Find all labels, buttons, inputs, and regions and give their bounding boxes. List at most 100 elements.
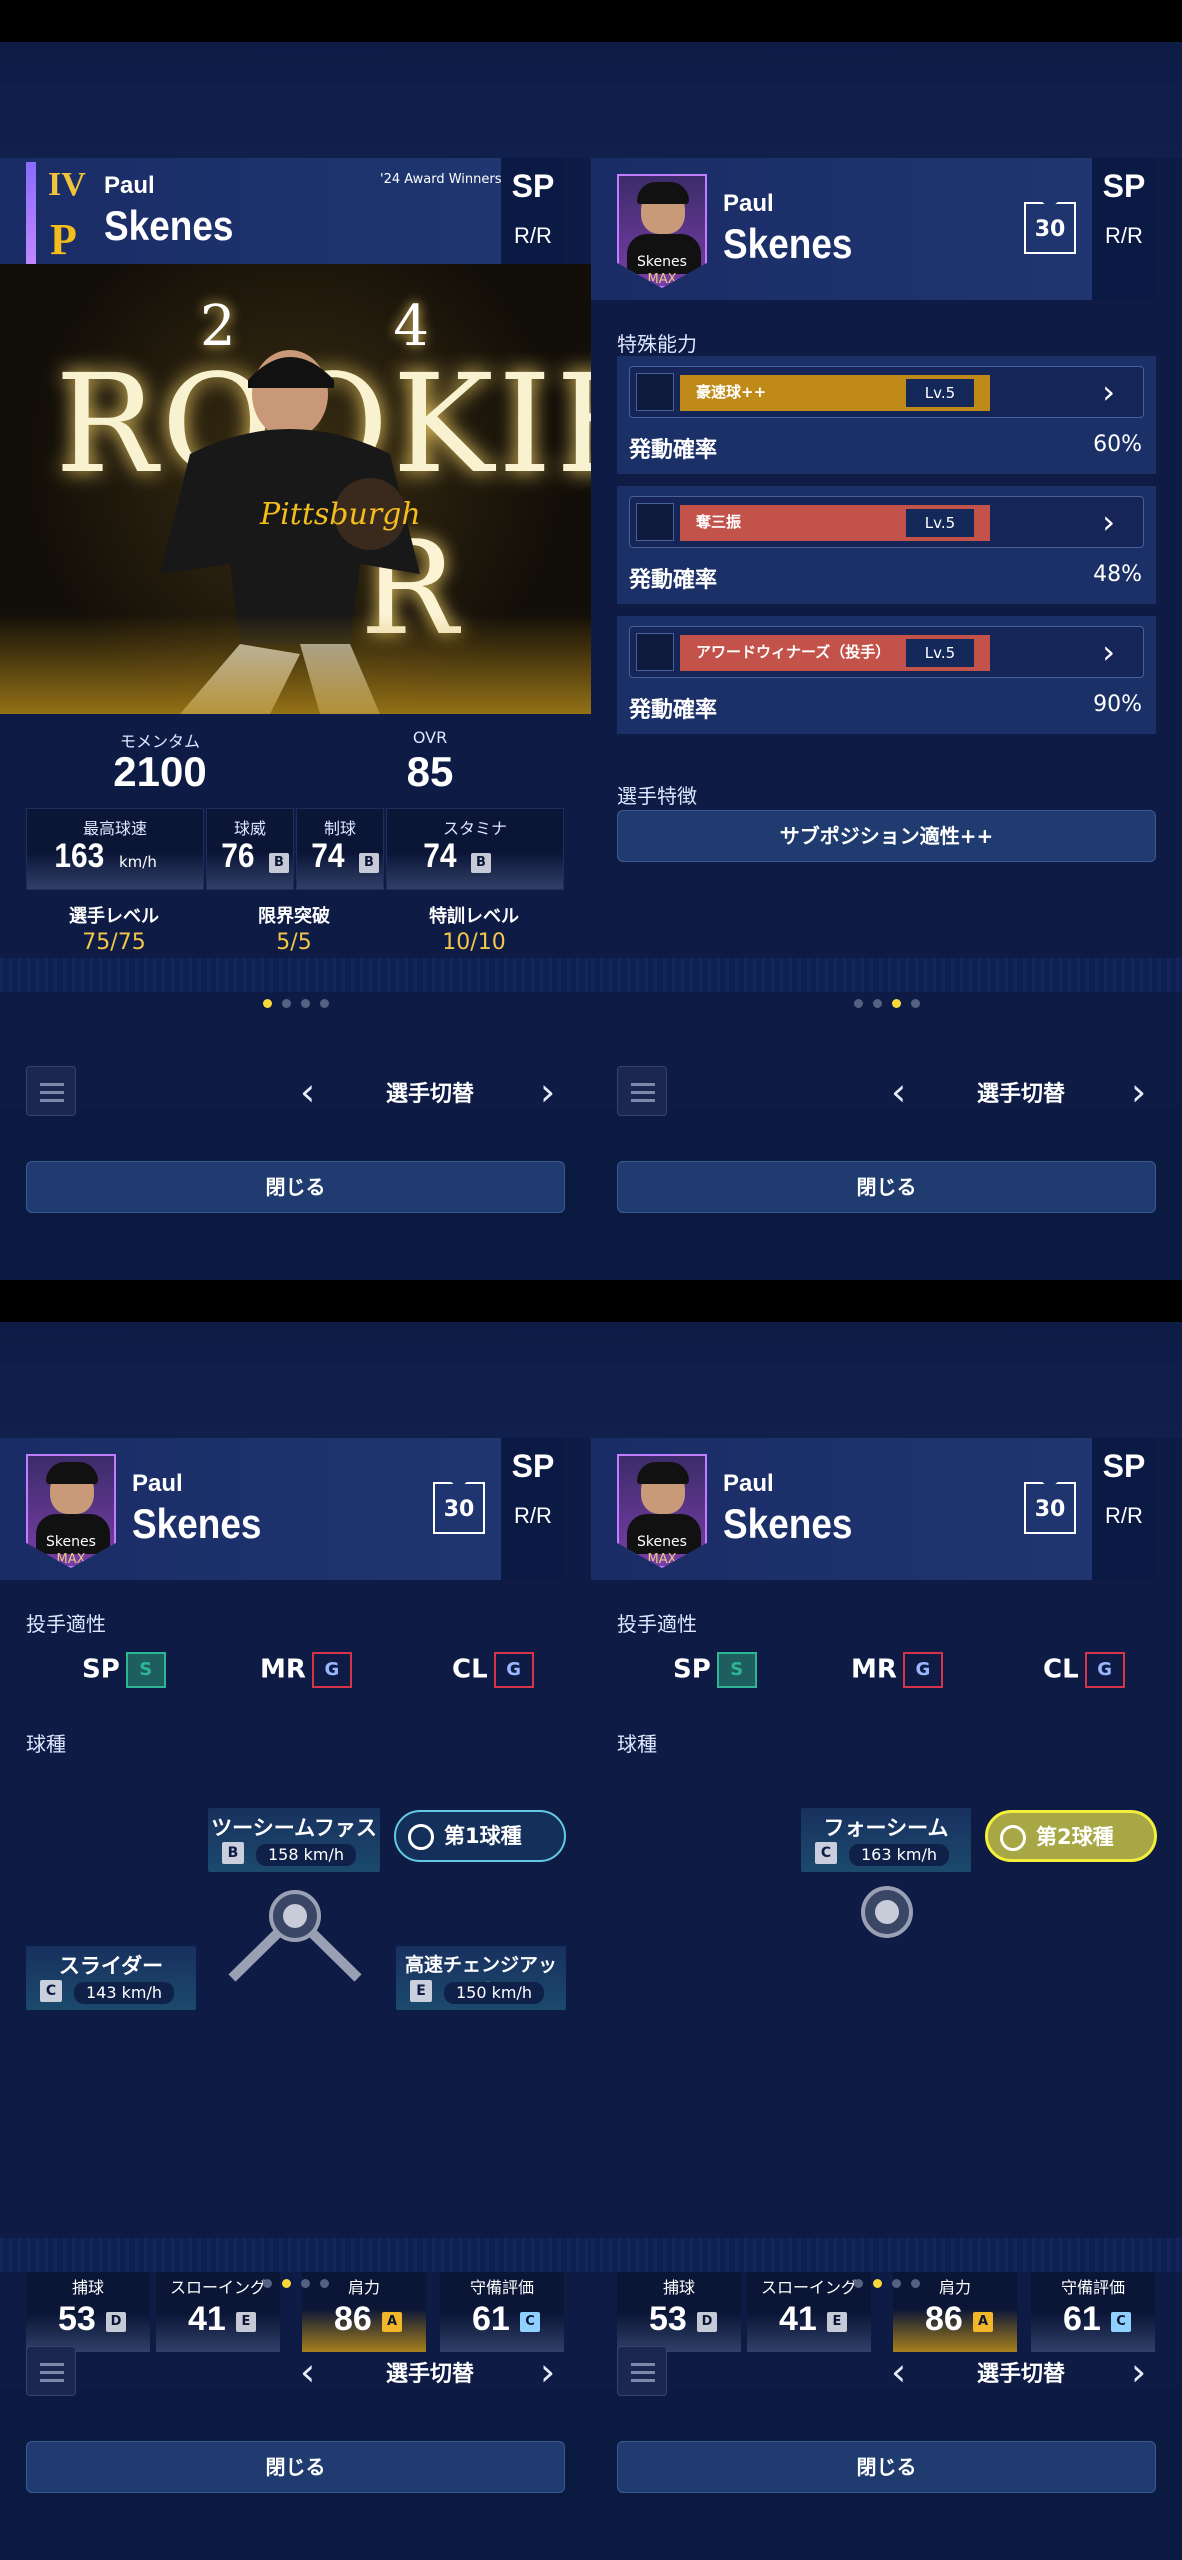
close-button[interactable]: 閉じる: [617, 1161, 1156, 1213]
level-value: 75/75: [82, 930, 146, 955]
switch-label: 選手切替: [976, 2362, 1065, 2387]
aptitude-sp: SP S: [673, 1652, 757, 1688]
switch-label: 選手切替: [976, 1082, 1065, 1107]
stat-stamina: スタミナ 74 B: [386, 808, 564, 890]
strikeout-icon: [636, 503, 674, 541]
uniform-number: 30: [1024, 202, 1076, 254]
aptitude-sp: SP S: [82, 1652, 166, 1688]
first-name: Paul: [723, 190, 774, 217]
prev-button[interactable]: ‹: [300, 2348, 315, 2396]
prev-button[interactable]: ‹: [891, 1068, 906, 1116]
limit-label: 限界突破: [258, 906, 330, 927]
page-dots[interactable]: [0, 2273, 591, 2292]
pitch-main[interactable]: ツーシームファストB158 km/h: [208, 1808, 380, 1872]
aptitude-cl: CL G: [452, 1652, 534, 1688]
pitch-direction-icon: [861, 1886, 913, 1938]
player-card-image: 2 4 ROOKIE R Pittsburgh: [0, 264, 591, 714]
screen-top: IV P Paul Skenes '24 Award Winners SP R/R…: [0, 42, 1182, 1280]
last-name: Skenes: [723, 220, 853, 267]
limit-value: 5/5: [276, 930, 312, 955]
pitch-rank-badge[interactable]: 第2球種: [985, 1810, 1157, 1862]
last-name: Skenes: [104, 202, 234, 249]
next-button[interactable]: ›: [1131, 2348, 1146, 2396]
aptitude-title: 投手適性: [617, 1612, 697, 1636]
rank-label: IV: [48, 166, 86, 203]
trait-button[interactable]: サブポジション適性++: [617, 810, 1156, 862]
first-name: Paul: [723, 1470, 774, 1497]
rank-stars: [26, 162, 36, 272]
ability-row[interactable]: 奪三振 Lv.5 › 発動確率 48%: [617, 486, 1156, 604]
menu-button[interactable]: [26, 2346, 76, 2396]
momentum-value: 2100: [113, 748, 207, 795]
page-dots[interactable]: [591, 2273, 1182, 2292]
close-button[interactable]: 閉じる: [26, 2441, 565, 2493]
stat-power: 球威 76 B: [206, 808, 294, 890]
ovr-value: 85: [406, 748, 454, 795]
menu-button[interactable]: [617, 1066, 667, 1116]
player-avatar: Skenes MAX: [26, 1454, 116, 1568]
page-dots[interactable]: [0, 993, 591, 1012]
last-name: Skenes: [132, 1500, 262, 1547]
ability-row[interactable]: 豪速球++ Lv.5 › 発動確率 60%: [617, 356, 1156, 474]
stat-control: 制球 74 B: [296, 808, 384, 890]
close-button[interactable]: 閉じる: [26, 1161, 565, 1213]
award-label: '24 Award Winners: [380, 172, 502, 187]
player-header: Skenes MAX Paul Skenes 30 SP R/R: [0, 1438, 565, 1580]
player-avatar: Skenes MAX: [617, 174, 707, 288]
pitch-left[interactable]: スライダー C 143 km/h: [26, 1946, 196, 2010]
pitch-right[interactable]: 高速チェンジアップE150 km/h: [396, 1946, 566, 2010]
position-box: SP R/R: [501, 1438, 565, 1580]
refresh-icon: [408, 1824, 434, 1850]
pitch-title: 球種: [617, 1732, 657, 1756]
player-header: Skenes MAX Paul Skenes 30 SP R/R: [591, 158, 1156, 300]
menu-button[interactable]: [617, 2346, 667, 2396]
panel-abilities: Skenes MAX Paul Skenes 30 SP R/R 特殊能力 豪速球+…: [591, 158, 1182, 1280]
panel-card: IV P Paul Skenes '24 Award Winners SP R/R…: [0, 158, 591, 1280]
prev-button[interactable]: ‹: [300, 1068, 315, 1116]
position-box: SP R/R: [1092, 158, 1156, 300]
prev-button[interactable]: ‹: [891, 2348, 906, 2396]
first-name: Paul: [104, 172, 155, 199]
stat-max-speed: 最高球速 163 km/h: [26, 808, 204, 890]
aptitude-mr: MR G: [851, 1652, 943, 1688]
position-box: SP R/R: [1092, 1438, 1156, 1580]
trait-title: 選手特徴: [617, 784, 697, 808]
fastball-icon: [636, 373, 674, 411]
menu-button[interactable]: [26, 1066, 76, 1116]
training-value: 10/10: [442, 930, 506, 955]
uniform-number: 30: [433, 1482, 485, 1534]
player-avatar: Skenes MAX: [617, 1454, 707, 1568]
award-icon: [636, 633, 674, 671]
abilities-title: 特殊能力: [617, 332, 697, 356]
page-dots[interactable]: [591, 993, 1182, 1012]
next-button[interactable]: ›: [540, 1068, 555, 1116]
aptitude-title: 投手適性: [26, 1612, 106, 1636]
training-label: 特訓レベル: [429, 906, 519, 927]
chevron-right-icon: ›: [1102, 503, 1115, 541]
player-header: Skenes MAX Paul Skenes 30 SP R/R: [591, 1438, 1156, 1580]
svg-text:Pittsburgh: Pittsburgh: [259, 497, 421, 532]
ovr-label: OVR: [412, 728, 448, 747]
switch-label: 選手切替: [385, 2362, 474, 2387]
next-button[interactable]: ›: [540, 2348, 555, 2396]
pitch-main[interactable]: フォーシーム C 163 km/h: [801, 1808, 971, 1872]
team-logo-icon: P: [50, 215, 77, 264]
uniform-number: 30: [1024, 1482, 1076, 1534]
first-name: Paul: [132, 1470, 183, 1497]
close-button[interactable]: 閉じる: [617, 2441, 1156, 2493]
chevron-right-icon: ›: [1102, 633, 1115, 671]
switch-label: 選手切替: [385, 1082, 474, 1107]
panel-pitches-2: Skenes MAX Paul Skenes 30 SP R/R 投手適性 SP S …: [591, 1438, 1182, 2560]
pitch-title: 球種: [26, 1732, 66, 1756]
last-name: Skenes: [723, 1500, 853, 1547]
aptitude-cl: CL G: [1043, 1652, 1125, 1688]
ability-row[interactable]: アワードウィナーズ（投手） Lv.5 › 発動確率 90%: [617, 616, 1156, 734]
aptitude-mr: MR G: [260, 1652, 352, 1688]
pitch-rank-badge[interactable]: 第1球種: [394, 1810, 566, 1862]
pitch-direction-icon: [228, 1890, 362, 1982]
level-label: 選手レベル: [69, 906, 159, 927]
chevron-right-icon: ›: [1102, 373, 1115, 411]
next-button[interactable]: ›: [1131, 1068, 1146, 1116]
screen-bottom: Skenes MAX Paul Skenes 30 SP R/R 投手適性 SP S …: [0, 1322, 1182, 2560]
refresh-icon: [1000, 1825, 1026, 1851]
